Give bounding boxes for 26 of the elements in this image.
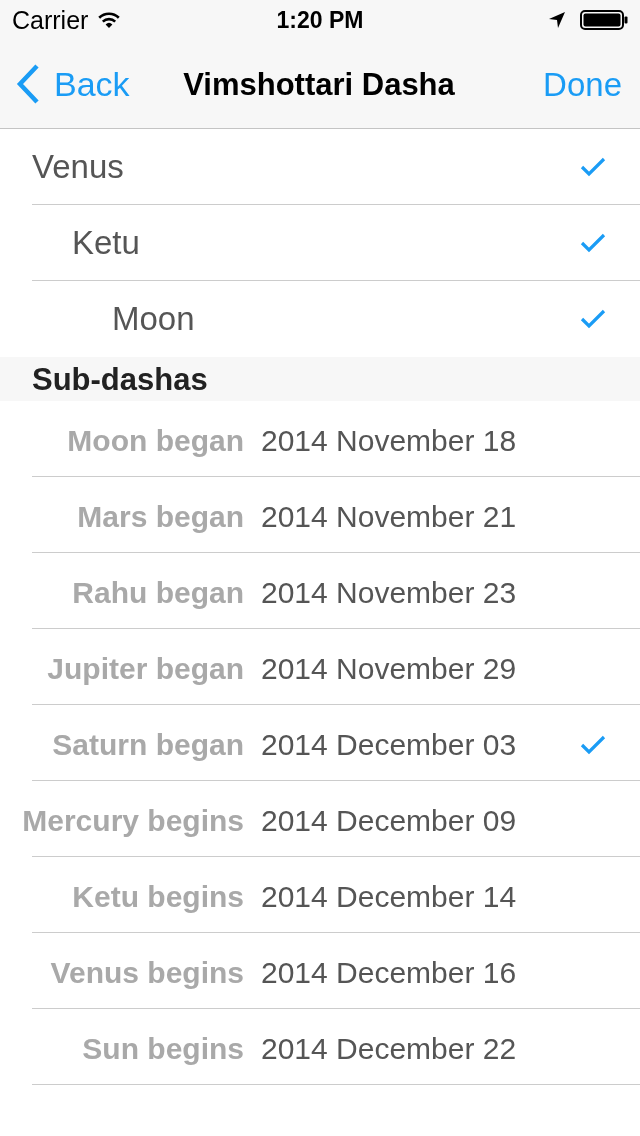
sub-dasha-date: 2014 December 14 xyxy=(261,881,517,912)
sub-dasha-label: Venus begins xyxy=(49,957,244,988)
screen-title: Vimshottari Dasha xyxy=(183,68,455,100)
location-arrow-icon xyxy=(548,11,566,29)
sub-dasha-date: 2014 November 29 xyxy=(261,653,517,684)
sub-dasha-label: Ketu begins xyxy=(71,881,244,912)
sub-dasha-date: 2014 November 18 xyxy=(261,425,517,456)
sub-dasha-date: 2014 December 03 xyxy=(261,729,517,760)
sub-dasha-label: Sun begins xyxy=(81,1033,244,1064)
sub-dasha-date: 2014 November 21 xyxy=(261,501,517,532)
sub-dasha-label: Mars began xyxy=(76,501,244,532)
carrier-name: Carrier xyxy=(12,7,89,33)
status-time: 1:20 PM xyxy=(276,8,364,32)
sub-dasha-label: Mercury begins xyxy=(21,805,244,836)
section-title: Sub-dashas xyxy=(32,363,208,395)
battery-icon xyxy=(580,10,628,30)
sub-dasha-date: 2014 December 16 xyxy=(261,957,517,988)
sub-dasha-date: 2014 December 09 xyxy=(261,805,517,836)
sub-dasha-label: Jupiter began xyxy=(46,653,244,684)
wifi-icon xyxy=(97,11,122,29)
sub-dasha-label: Moon began xyxy=(66,425,244,456)
chevron-left-icon xyxy=(16,64,40,104)
sub-dasha-date: 2014 December 22 xyxy=(261,1033,517,1064)
sub-dasha-label: Saturn began xyxy=(51,729,244,760)
sub-dasha-date: 2014 November 23 xyxy=(261,577,517,608)
sub-dasha-label: Rahu began xyxy=(71,577,244,608)
